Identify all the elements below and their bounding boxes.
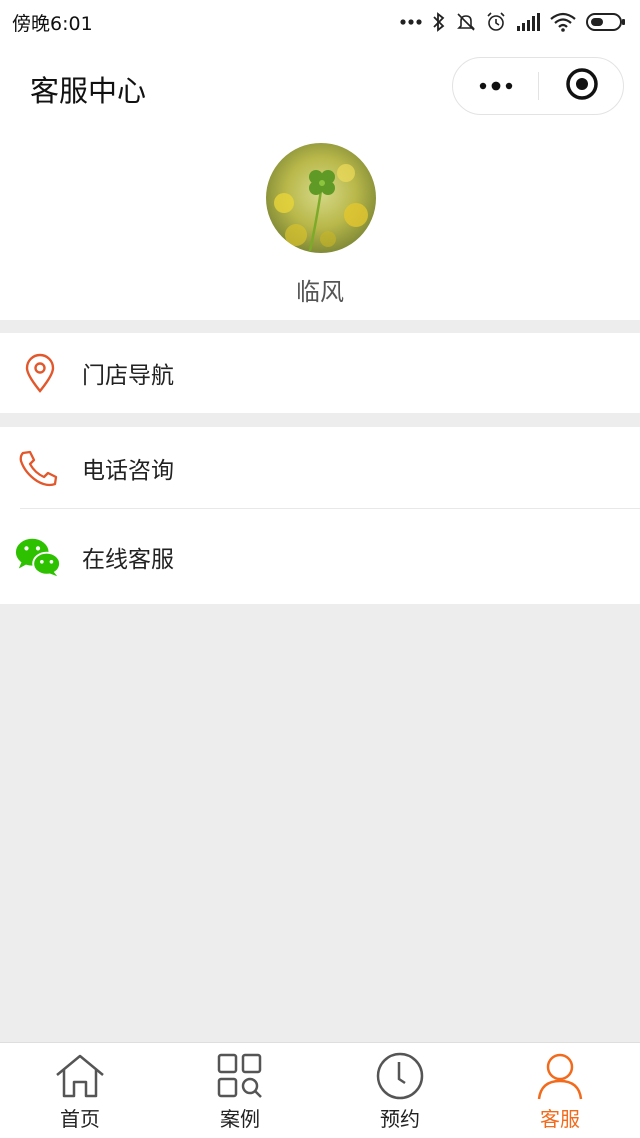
target-close-icon <box>565 67 599 105</box>
tab-label: 案例 <box>220 1107 260 1131</box>
clock-icon <box>374 1051 426 1101</box>
tab-cases[interactable]: 案例 <box>160 1043 320 1138</box>
profile-section: 临风 <box>0 130 640 320</box>
tab-label: 客服 <box>540 1107 580 1131</box>
nav-bar: 客服中心 <box>0 44 640 130</box>
miniprogram-capsule <box>452 57 624 115</box>
tab-label: 预约 <box>380 1107 420 1131</box>
close-button[interactable] <box>539 58 625 114</box>
wechat-icon <box>14 509 62 604</box>
alarm-icon <box>486 12 506 32</box>
location-pin-icon <box>16 333 64 413</box>
status-time: 傍晚6:01 <box>12 12 93 35</box>
page-title: 客服中心 <box>30 74 147 108</box>
menu-item-online-service[interactable]: 在线客服 <box>0 509 640 604</box>
cases-grid-icon <box>214 1051 266 1101</box>
menu-group-contact: 电话咨询 在线客服 <box>0 427 640 604</box>
tab-label: 首页 <box>60 1107 100 1131</box>
menu-item-phone-consult[interactable]: 电话咨询 <box>0 427 640 509</box>
username: 临风 <box>296 278 344 306</box>
tab-customer-service[interactable]: 客服 <box>480 1043 640 1138</box>
more-dots-icon <box>478 77 514 96</box>
menu-item-store-navigation[interactable]: 门店导航 <box>0 333 640 413</box>
more-dots-icon <box>400 18 422 26</box>
tab-bar: 首页 案例 预约 客服 <box>0 1042 640 1138</box>
more-button[interactable] <box>453 58 539 114</box>
phone-icon <box>14 427 62 509</box>
user-icon <box>534 1051 586 1101</box>
menu-item-label: 电话咨询 <box>82 458 174 484</box>
menu-item-label: 门店导航 <box>82 363 174 389</box>
tab-home[interactable]: 首页 <box>0 1043 160 1138</box>
avatar <box>266 143 376 253</box>
menu-item-label: 在线客服 <box>82 546 174 573</box>
menu-group-navigation: 门店导航 <box>0 333 640 413</box>
wifi-icon <box>550 12 576 32</box>
battery-icon <box>586 12 626 32</box>
bluetooth-icon <box>432 12 446 32</box>
status-bar: 傍晚6:01 <box>0 0 640 44</box>
mute-icon <box>456 12 476 32</box>
four-leaf-clover-photo <box>266 143 376 253</box>
home-icon <box>54 1051 106 1101</box>
status-icons <box>400 12 626 32</box>
tab-appointment[interactable]: 预约 <box>320 1043 480 1138</box>
signal-icon <box>516 13 540 31</box>
